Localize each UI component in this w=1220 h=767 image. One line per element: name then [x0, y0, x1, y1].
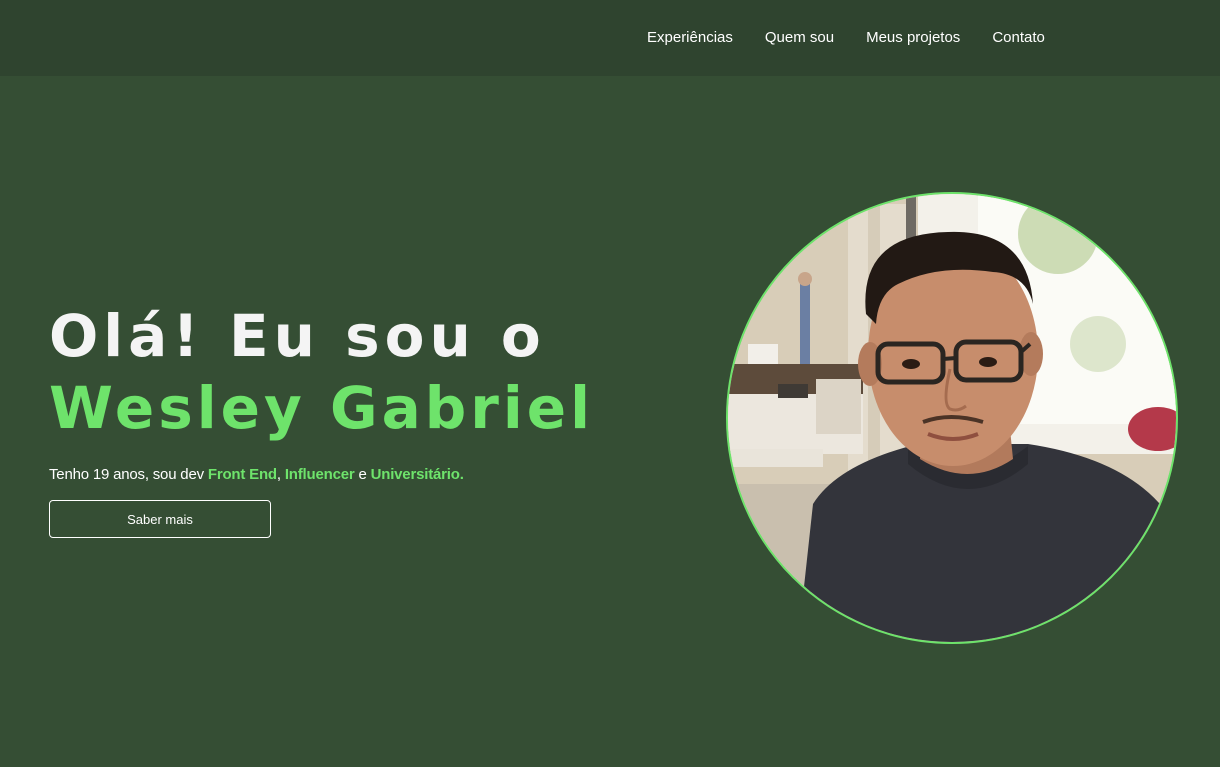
profile-photo	[726, 192, 1178, 644]
top-navbar: Experiências Quem sou Meus projetos Cont…	[0, 0, 1220, 76]
nav-link-experiencias[interactable]: Experiências	[647, 28, 733, 48]
hero-heading: Olá! Eu sou o Wesley Gabriel	[49, 300, 669, 444]
nav-link-quem-sou[interactable]: Quem sou	[765, 28, 834, 48]
hero-tagline: Tenho 19 anos, sou dev Front End, Influe…	[49, 465, 464, 485]
hero-greeting: Olá! Eu sou o	[49, 302, 546, 370]
tagline-role-front-end: Front End	[207, 466, 277, 483]
hero-name: Wesley Gabriel	[49, 374, 594, 442]
saber-mais-button[interactable]: Saber mais	[49, 500, 271, 538]
nav-link-meus-projetos[interactable]: Meus projetos	[866, 28, 960, 48]
tagline-role-influencer: Influencer	[284, 466, 355, 483]
profile-photo-illustration	[728, 194, 1176, 642]
nav-link-contato[interactable]: Contato	[992, 28, 1045, 48]
tagline-separator: ,	[276, 466, 285, 483]
tagline-separator: e	[354, 466, 371, 483]
nav-links: Experiências Quem sou Meus projetos Cont…	[647, 28, 1045, 48]
tagline-role-universitario: Universitário.	[370, 466, 464, 483]
tagline-prefix: Tenho 19 anos, sou dev	[49, 466, 208, 483]
